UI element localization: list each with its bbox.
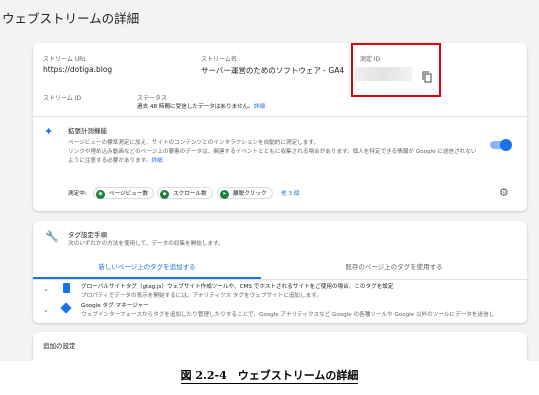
- figure-caption: 図 2.2-4 ウェブストリームの詳細: [0, 367, 539, 384]
- more-events-link[interactable]: 他 3 個: [281, 189, 299, 197]
- stream-name-label: ストリーム名: [201, 56, 237, 63]
- chevron-down-icon[interactable]: ⌄: [43, 285, 49, 293]
- stream-url-value: https://dotiga.blog: [43, 65, 113, 74]
- stream-url-label: ストリーム URL: [43, 56, 87, 63]
- wrench-icon: 🔧: [45, 230, 59, 243]
- gtag-description: プロパティでデータの表示を開始するには、アナリティクス タグをウェブサイトに追加…: [81, 293, 322, 299]
- scroll-icon: ◆: [160, 189, 169, 199]
- chip-outbound-clicks[interactable]: ➤ 離脱クリック: [217, 187, 273, 199]
- chip-page-views[interactable]: ◉ ページビュー数: [93, 187, 155, 199]
- divider: [33, 116, 527, 117]
- web-stream-details-screen: ウェブストリームの詳細 ストリーム URL https://dotiga.blo…: [0, 0, 539, 361]
- gtag-title: グローバルサイトタグ（gtag.js）ウェブサイト作成ツールや、CMS でホスト…: [81, 284, 394, 290]
- additional-settings-title: 追加の設定: [43, 342, 76, 350]
- status-message: 過去 48 時間に受信したデータはありません。: [137, 104, 254, 110]
- enhanced-description-line-3: ように注意する必要があります。詳細: [68, 156, 163, 164]
- masked-measurement-id: [355, 67, 412, 81]
- chip-scrolls[interactable]: ◆ スクロール数: [157, 187, 213, 199]
- tag-icon: [63, 283, 70, 293]
- tag-manager-icon: [60, 302, 72, 314]
- chevron-down-icon[interactable]: ⌄: [43, 306, 49, 314]
- tab-add-new-tag[interactable]: 新しいページ上のタグを追加する: [33, 257, 261, 279]
- tab-use-existing-tag[interactable]: 既存のページ上のタグを使用する: [261, 257, 527, 279]
- cursor-icon: ➤: [220, 189, 229, 199]
- tagging-title: タグ設定手順: [68, 231, 107, 239]
- chip-label: ページビュー数: [109, 191, 149, 197]
- stream-id-label: ストリーム ID: [43, 95, 82, 102]
- stream-details-card: ストリーム URL https://dotiga.blog ストリーム名 サーバ…: [33, 43, 527, 211]
- tagging-instructions-card: 🔧 タグ設定手順 次のいずれかの方法を使用して、データの収集を開始します。 新し…: [33, 221, 527, 323]
- enhanced-description-line-1: ページビューの標準測定に加え、サイトのコンテンツとのインタラクションを自動的に測…: [68, 140, 319, 146]
- enhanced-description-line-2: リンクや埋め込み動画などのページ上の要素のデータは、関連するイベントとともに収集…: [68, 149, 477, 155]
- enhanced-description-text: ように注意する必要があります。: [68, 158, 152, 164]
- gear-icon[interactable]: ⚙: [499, 186, 509, 199]
- stream-name-value: サーバー運営のためのソフトウェア - GA4: [201, 66, 345, 75]
- chip-label: 離脱クリック: [233, 191, 267, 197]
- enhanced-measurement-toggle[interactable]: [490, 139, 512, 151]
- status-label: ステータス: [137, 95, 168, 102]
- enhanced-measurement-title: 拡張計測機能: [68, 127, 107, 135]
- gtm-title: Google タグ マネージャー: [81, 303, 149, 309]
- enhanced-details-link[interactable]: 詳細: [151, 158, 162, 164]
- copy-icon[interactable]: [421, 68, 433, 83]
- eye-icon: ◉: [96, 189, 105, 199]
- status-text: 過去 48 時間に受信したデータはありません。詳細: [137, 102, 265, 110]
- tagging-subtitle: 次のいずれかの方法を使用して、データの収集を開始します。: [68, 241, 224, 247]
- status-details-link[interactable]: 詳細: [254, 104, 265, 110]
- additional-settings-card: 追加の設定: [33, 332, 527, 361]
- chip-label: スクロール数: [173, 191, 207, 197]
- gtm-description: ウェブインターフェースからタグを追加したり管理したりすることで、Google ア…: [81, 312, 495, 318]
- sparkle-icon: ✦: [44, 125, 54, 138]
- measuring-label: 測定中:: [68, 191, 87, 197]
- page-title: ウェブストリームの詳細: [2, 11, 140, 26]
- divider: [33, 279, 527, 280]
- caption-text: 図 2.2-4 ウェブストリームの詳細: [180, 369, 359, 384]
